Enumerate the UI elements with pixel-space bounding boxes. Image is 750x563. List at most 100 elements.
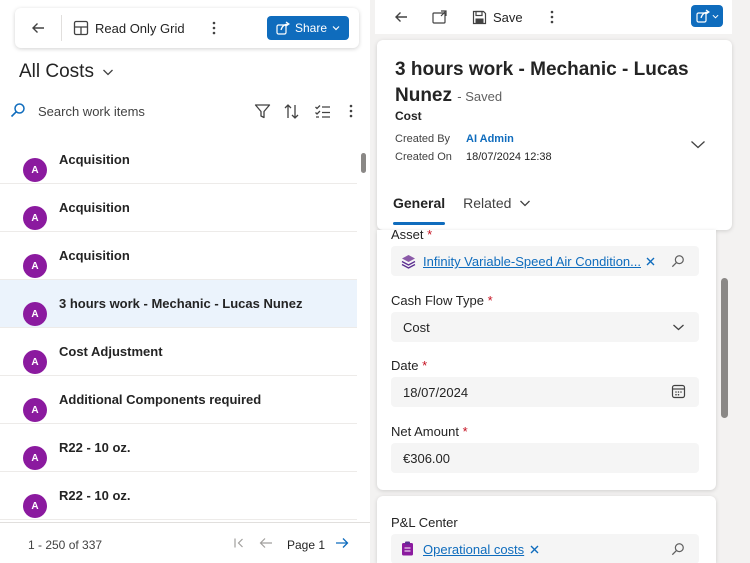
record-title-text: 3 hours work - Mechanic - Lucas Nunez [395, 59, 689, 106]
search-icon[interactable] [671, 542, 685, 556]
expand-header-button[interactable] [690, 138, 706, 150]
record-count: 1 - 250 of 337 [28, 538, 103, 552]
record-tabs: General Related [393, 192, 531, 226]
list-scrollbar[interactable] [361, 153, 366, 173]
list-item-label: R22 - 10 oz. [59, 440, 131, 455]
cash-flow-type-select[interactable]: Cost [391, 312, 699, 342]
arrow-left-icon [32, 23, 44, 33]
save-button[interactable]: Save [472, 6, 523, 28]
avatar: A [23, 158, 47, 182]
page-indicator: Page 1 [287, 538, 326, 552]
record-header: 3 hours work - Mechanic - Lucas Nunez - … [377, 40, 732, 230]
read-only-grid-label: Read Only Grid [95, 20, 185, 36]
date-label-text: Date [391, 358, 419, 373]
filter-icon [254, 103, 270, 118]
net-amount-label: Net Amount * [391, 424, 468, 439]
arrow-left-icon [395, 12, 407, 22]
list-item[interactable]: A R22 - 10 oz. [0, 424, 357, 472]
list-item[interactable]: A Additional Components required [0, 376, 357, 424]
net-amount-value: €306.00 [403, 451, 450, 466]
grid-icon [73, 20, 89, 36]
net-amount-field[interactable]: €306.00 [391, 443, 699, 473]
list-item[interactable]: A Acquisition [0, 184, 357, 232]
tab-general[interactable]: General [393, 192, 446, 225]
save-icon [472, 10, 487, 24]
share-label: Share [294, 21, 328, 35]
tab-general-label: General [393, 195, 446, 211]
cash-flow-type-label: Cash Flow Type * [391, 293, 493, 308]
sort-button[interactable] [281, 101, 301, 121]
list-item-selected[interactable]: A 3 hours work - Mechanic - Lucas Nunez [0, 280, 357, 328]
tab-related[interactable]: Related [463, 192, 531, 214]
cash-flow-type-value: Cost [403, 320, 430, 335]
more-vertical-icon [212, 21, 215, 35]
chevron-down-icon [691, 141, 705, 149]
record-entity-type: Cost [395, 109, 422, 123]
list-more-options-button[interactable] [341, 101, 361, 121]
asset-label: Asset * [391, 227, 432, 242]
record-share-button[interactable] [691, 5, 723, 27]
avatar: A [23, 206, 47, 230]
view-selector[interactable]: All Costs [19, 61, 114, 83]
open-in-new-window-icon [432, 10, 447, 24]
clipboard-icon [402, 541, 413, 556]
read-only-grid-button[interactable]: Read Only Grid [62, 8, 185, 48]
share-button[interactable]: Share [267, 16, 349, 40]
asset-value-link[interactable]: Infinity Variable-Speed Air Condition... [423, 254, 641, 269]
more-options-button[interactable] [206, 8, 222, 48]
avatar: A [23, 446, 47, 470]
search-bar [0, 95, 370, 127]
list-item-label: Acquisition [59, 200, 130, 215]
more-vertical-icon [550, 10, 554, 24]
chevron-down-icon [520, 200, 531, 207]
general-section: Asset * Infinity Variable-Speed Air Cond… [377, 227, 716, 490]
select-items-button[interactable] [312, 101, 332, 121]
list-item-label: Cost Adjustment [59, 344, 163, 359]
required-marker: * [422, 358, 428, 373]
left-command-bar: Read Only Grid Share [15, 8, 359, 48]
avatar: A [23, 302, 47, 326]
work-items-pane: Read Only Grid Share All Costs Search wo… [0, 0, 370, 563]
record-more-options-button[interactable] [550, 6, 554, 28]
calendar-icon[interactable] [671, 384, 686, 399]
open-in-new-window-button[interactable] [432, 6, 448, 28]
back-button[interactable] [15, 8, 61, 48]
first-page-icon [234, 538, 243, 548]
pl-center-value-link[interactable]: Operational costs [423, 542, 524, 557]
list-item[interactable]: A Acquisition [0, 136, 357, 184]
list-item[interactable]: A Acquisition [0, 232, 357, 280]
form-scrollbar[interactable] [721, 278, 728, 418]
work-items-list: A Acquisition A Acquisition A Acquisitio… [0, 136, 357, 522]
pl-center-label: P&L Center [391, 515, 458, 530]
created-on-label: Created On [395, 151, 452, 163]
search-input[interactable] [30, 100, 230, 122]
date-field[interactable]: 18/07/2024 [391, 377, 699, 407]
cash-flow-type-label-text: Cash Flow Type [391, 293, 484, 308]
avatar: A [23, 398, 47, 422]
asset-lookup-field[interactable]: Infinity Variable-Speed Air Condition... [391, 246, 699, 276]
list-item-label: Acquisition [59, 152, 130, 167]
record-title: 3 hours work - Mechanic - Lucas Nunez - … [395, 57, 695, 110]
created-on-value: 18/07/2024 12:38 [466, 151, 552, 163]
date-label: Date * [391, 358, 427, 373]
sort-icon [284, 103, 298, 119]
created-by-link[interactable]: AI Admin [466, 133, 514, 145]
first-page-button[interactable] [231, 535, 247, 551]
previous-page-button[interactable] [258, 535, 274, 551]
list-item[interactable]: A R22 - 10 oz. [0, 472, 357, 520]
record-back-button[interactable] [393, 6, 409, 28]
share-icon [276, 21, 290, 35]
asset-icon [401, 255, 416, 269]
clear-icon[interactable] [530, 545, 539, 554]
search-icon[interactable] [671, 254, 685, 268]
view-title: All Costs [19, 61, 94, 82]
clear-icon[interactable] [646, 257, 655, 266]
next-page-button[interactable] [334, 535, 350, 551]
list-item[interactable]: A Cost Adjustment [0, 328, 357, 376]
record-pane: Save 3 hours work - Mechanic - Lucas Nun… [375, 0, 750, 563]
list-item-label: R22 - 10 oz. [59, 488, 131, 503]
pl-center-lookup-field[interactable]: Operational costs [391, 534, 699, 563]
required-marker: * [427, 227, 433, 242]
chevron-down-icon [712, 14, 718, 19]
filter-button[interactable] [252, 101, 272, 121]
